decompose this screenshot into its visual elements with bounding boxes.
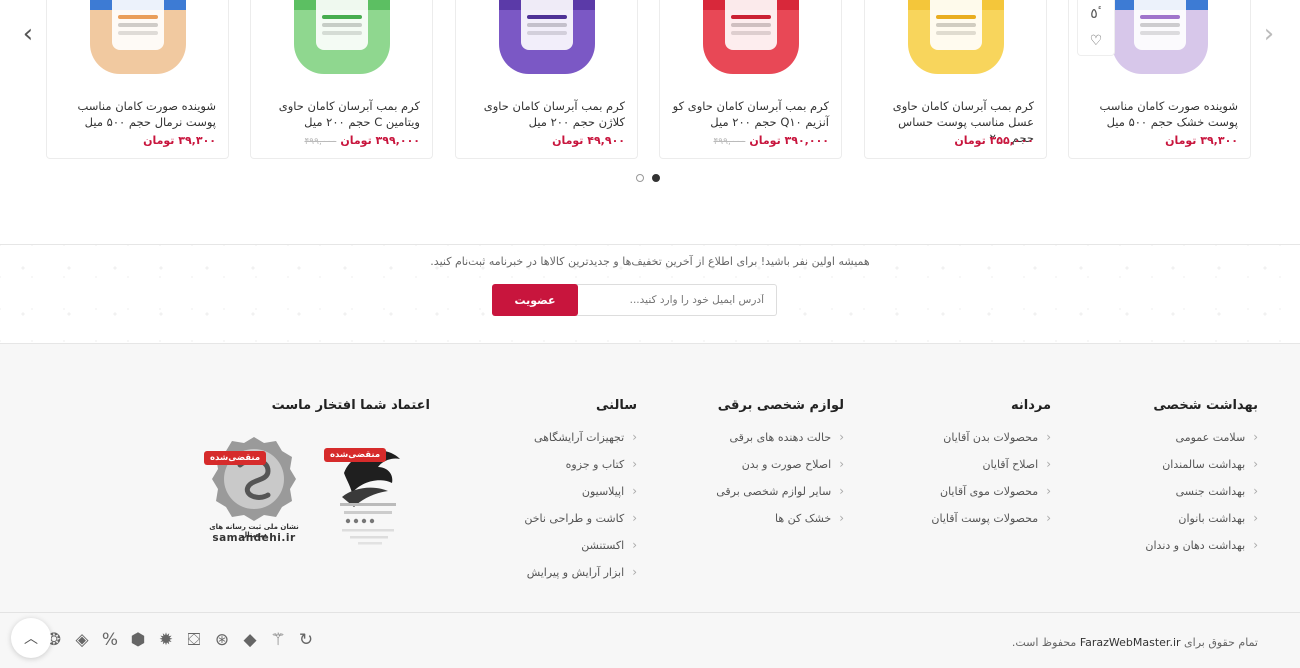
partner-logo-icon[interactable]: ◈: [72, 630, 92, 650]
product-image[interactable]: [293, 0, 390, 74]
expired-tag: منقضی‌شده: [204, 451, 267, 465]
copyright-suffix: محفوظ است.: [1011, 636, 1077, 649]
product-old-price: ۴۹۹,۰۰۰: [713, 137, 746, 147]
product-card[interactable]: کرم بمب آبرسان کامان حاوی کلاژن حجم ۲۰۰ …: [455, 0, 638, 159]
product-old-price: ۴۹۹,۰۰۰: [304, 137, 337, 147]
samandehi-url: samandehi.ir: [212, 532, 296, 544]
product-card[interactable]: کرم بمب آبرسان کامان حاوی عسل مناسب پوست…: [864, 0, 1047, 159]
partner-logo-icon[interactable]: ◆: [240, 630, 260, 650]
footer-link[interactable]: تجهیزات آرایشگاهی: [524, 429, 637, 456]
partner-logo-icon[interactable]: ⚚: [268, 630, 288, 650]
product-card[interactable]: کرم بمب آبرسان کامان حاوی کو آنزیم Q۱۰ ح…: [659, 0, 842, 159]
newsletter-section: همیشه اولین نفر باشید! برای اطلاع از آخر…: [0, 244, 1300, 344]
product-prices: ۴۹,۹۰۰ تومان: [552, 134, 625, 147]
samandehi-seal-icon: [212, 437, 296, 521]
footer-col-title: سالنی: [595, 398, 637, 413]
product-price: ۳۹۹,۰۰۰ تومان: [340, 134, 420, 147]
product-price: ۴۹,۹۰۰ تومان: [552, 134, 625, 147]
product-name[interactable]: کرم بمب آبرسان کامان حاوی ویتامین C حجم …: [261, 98, 420, 130]
copyright-text: تمام حقوق برای FarazWebMaster.ir محفوظ ا…: [1012, 636, 1258, 649]
footer-link[interactable]: کاشت و طراحی ناخن: [524, 510, 637, 537]
footer-col-title: بهداشت شخصی: [1153, 398, 1258, 413]
product-prices: ۳۹۹,۰۰۰ تومان۴۹۹,۰۰۰: [304, 134, 420, 147]
footer-col-electric: لوازم شخصی برقی حالت دهنده های برقی اصلا…: [716, 398, 844, 537]
product-price: ۳۹,۳۰۰ تومان: [143, 134, 216, 147]
footer-link[interactable]: خشک کن ها: [716, 510, 844, 537]
footer-col-title: مردانه: [1010, 398, 1051, 413]
email-input[interactable]: [575, 284, 777, 316]
partner-logo-icon[interactable]: ⊛: [212, 630, 232, 650]
footer-link[interactable]: سلامت عمومی: [1145, 429, 1258, 456]
product-prices: ۳۹۰,۰۰۰ تومان۴۹۹,۰۰۰: [713, 134, 829, 147]
product-card[interactable]: کرم بمب آبرسان کامان حاوی ویتامین C حجم …: [250, 0, 433, 159]
product-prices: ۳۵۵,۰۰۰ تومان: [954, 134, 1034, 147]
footer-link[interactable]: حالت دهنده های برقی: [716, 429, 844, 456]
product-name[interactable]: شوینده صورت کامان مناسب پوست خشک حجم ۵۰۰…: [1079, 98, 1238, 130]
product-name[interactable]: کرم بمب آبرسان کامان حاوی کو آنزیم Q۱۰ ح…: [670, 98, 829, 130]
footer-link[interactable]: سایر لوازم شخصی برقی: [716, 483, 844, 510]
expired-tag: منقضی‌شده: [324, 448, 387, 462]
partner-logo-icon[interactable]: ⛋: [184, 630, 204, 650]
footer-link[interactable]: کتاب و جزوه: [524, 456, 637, 483]
footer-link[interactable]: محصولات بدن آقایان: [931, 429, 1051, 456]
product-prices: ۳۹,۳۰۰ تومان: [1165, 134, 1238, 147]
partner-logo-icon[interactable]: ↻: [296, 630, 316, 650]
product-price: ۳۵۵,۰۰۰ تومان: [954, 134, 1034, 147]
scroll-to-top-button[interactable]: ︿: [11, 618, 51, 658]
samandehi-badge[interactable]: منقضی‌شده نشان ملی ثبت رسانه های دیجیتال…: [204, 435, 304, 547]
footer-link[interactable]: محصولات پوست آقایان: [931, 510, 1051, 537]
footer-link[interactable]: ابزار آرایش و پیرایش: [524, 564, 637, 591]
product-price: ۳۹۰,۰۰۰ تومان: [749, 134, 829, 147]
footer-link[interactable]: اصلاح آقایان: [931, 456, 1051, 483]
footer-link[interactable]: اکستنشن: [524, 537, 637, 564]
heart-icon[interactable]: ♡: [1090, 34, 1103, 48]
footer-link[interactable]: بهداشت دهان و دندان: [1145, 537, 1258, 564]
chevron-up-icon: ︿: [24, 631, 38, 647]
copyright-site-link[interactable]: FarazWebMaster.ir: [1080, 636, 1181, 649]
footer-link[interactable]: بهداشت بانوان: [1145, 510, 1258, 537]
compare-icon[interactable]: ٴ٥: [1090, 7, 1102, 21]
product-image[interactable]: [907, 0, 1004, 74]
slider-next-arrow[interactable]: ›: [1257, 19, 1281, 49]
footer-link[interactable]: بهداشت جنسی: [1145, 483, 1258, 510]
footer-bottom-bar: تمام حقوق برای FarazWebMaster.ir محفوظ ا…: [0, 612, 1300, 668]
product-image[interactable]: [1111, 0, 1208, 74]
footer-link[interactable]: محصولات موی آقایان: [931, 483, 1051, 510]
subscribe-button[interactable]: عضویت: [492, 284, 578, 316]
footer-link[interactable]: بهداشت سالمندان: [1145, 456, 1258, 483]
partner-logo-icon[interactable]: %: [100, 630, 120, 650]
product-name[interactable]: شوینده صورت کامان مناسب پوست نرمال حجم ۵…: [57, 98, 216, 130]
product-price: ۳۹,۳۰۰ تومان: [1165, 134, 1238, 147]
trust-title: اعتماد شما افتخار ماست: [271, 398, 430, 413]
product-image[interactable]: [702, 0, 799, 74]
footer-col-salon: سالنی تجهیزات آرایشگاهی کتاب و جزوه اپیل…: [524, 398, 637, 591]
footer-col-title: لوازم شخصی برقی: [717, 398, 844, 413]
partner-icons: ❂ ◈ % ⬢ ✹ ⛋ ⊛ ◆ ⚚ ↻: [44, 630, 316, 650]
product-card[interactable]: شوینده صورت کامان مناسب پوست نرمال حجم ۵…: [46, 0, 229, 159]
partner-logo-icon[interactable]: ✹: [156, 630, 176, 650]
product-name[interactable]: کرم بمب آبرسان کامان حاوی کلاژن حجم ۲۰۰ …: [466, 98, 625, 130]
product-actions: ٴ٥ ♡: [1077, 0, 1115, 56]
partner-logo-icon[interactable]: ⬢: [128, 630, 148, 650]
product-prices: ۳۹,۳۰۰ تومان: [143, 134, 216, 147]
footer-col-men: مردانه محصولات بدن آقایان اصلاح آقایان م…: [931, 398, 1051, 537]
product-image[interactable]: [89, 0, 186, 74]
newsletter-text: همیشه اولین نفر باشید! برای اطلاع از آخر…: [430, 255, 870, 268]
product-image[interactable]: [498, 0, 595, 74]
slider-dot-1[interactable]: [636, 174, 644, 182]
product-slider: ‹ › شوینده صورت کامان مناسب پوست خشک حجم…: [0, 0, 1300, 244]
footer-link[interactable]: اپیلاسیون: [524, 483, 637, 510]
slider-prev-arrow[interactable]: ‹: [16, 19, 40, 49]
footer-col-personal-hygiene: بهداشت شخصی سلامت عمومی بهداشت سالمندان …: [1145, 398, 1258, 564]
copyright-prefix: تمام حقوق برای: [1184, 636, 1258, 649]
enamad-badge[interactable]: منقضی‌شده: [322, 437, 412, 547]
footer-link[interactable]: اصلاح صورت و بدن: [716, 456, 844, 483]
slider-dots: [636, 174, 660, 182]
newsletter-form: عضویت: [492, 284, 777, 316]
slider-dot-2[interactable]: [652, 174, 660, 182]
